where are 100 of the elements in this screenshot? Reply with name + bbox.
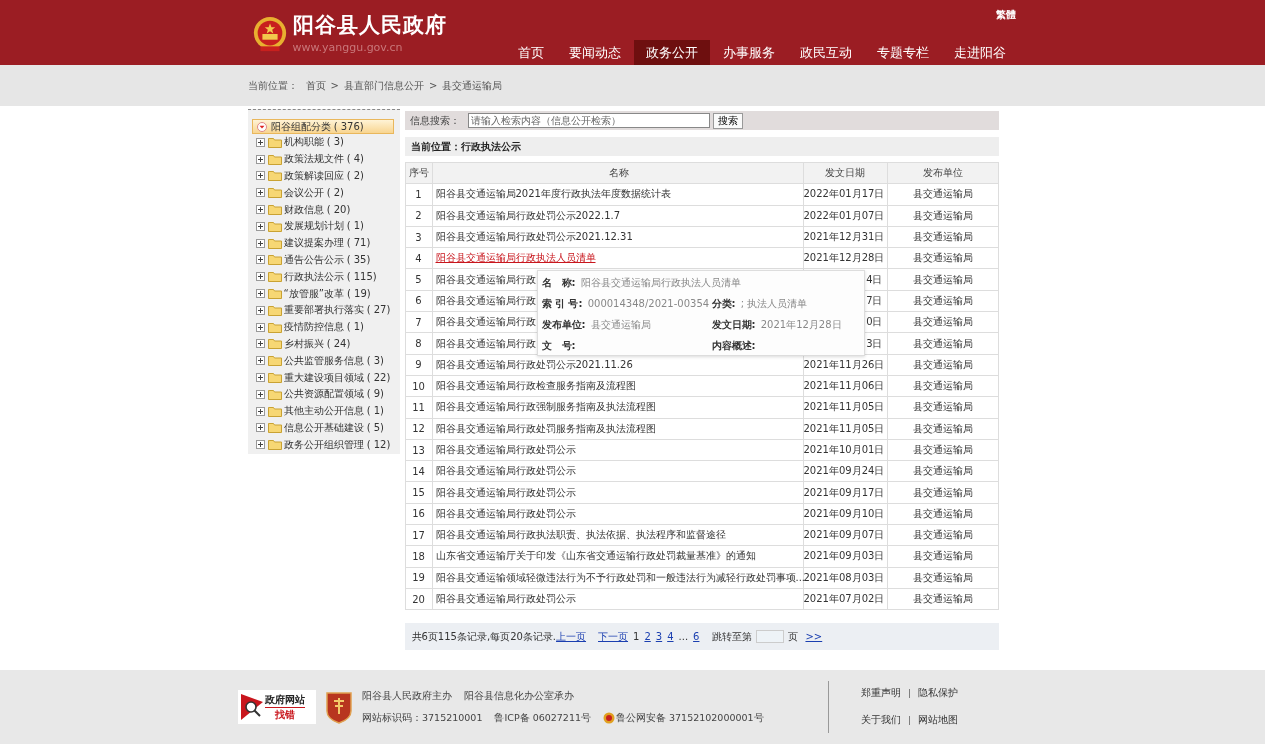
magnifier-icon [241,694,263,720]
breadcrumb-separator: > [428,80,438,91]
tree-item[interactable]: 其他主动公开信息 ( 1) [251,402,400,420]
footer-link[interactable]: 关于我们 [861,714,901,727]
folder-icon [267,422,282,434]
publisher-cell: 县交通运输局 [887,375,998,397]
page-link[interactable]: 3 [655,631,663,643]
breadcrumb-link[interactable]: 县直部门信息公开 [343,78,424,93]
breadcrumb-link[interactable]: 县交通运输局 [442,78,503,93]
document-link[interactable]: 阳谷县交通运输局行政 [435,273,536,285]
breadcrumb-label: 当前位置： [247,78,298,93]
previous-page-link[interactable]: 上一页 [556,629,587,644]
folder-icon [267,271,282,283]
footer-link[interactable]: 隐私保护 [918,687,959,700]
tooltip-label: 文 号: [541,340,576,351]
tooltip-label: 名 称: [541,277,576,288]
site-title: 阳谷县人民政府 [292,12,447,39]
tree-item[interactable]: 公共资源配置领域 ( 9) [251,385,400,403]
tree-item[interactable]: 政务公开组织管理 ( 12) [251,436,400,454]
tree-item[interactable]: 通告公告公示 ( 35) [251,251,400,269]
folder-icon [267,304,282,316]
go-link[interactable]: >> [805,631,823,643]
tree-item[interactable]: 疫情防控信息 ( 1) [251,318,400,336]
next-page-link[interactable]: 下一页 [598,629,629,644]
link-separator: | [908,687,912,700]
tooltip-label: 发文日期: [711,319,756,330]
document-link[interactable]: 阳谷县交通运输局行政 [435,294,536,306]
document-link[interactable]: 阳谷县交通运输局行政 [435,316,536,328]
search-button[interactable]: 搜索 [712,112,743,129]
tree-item[interactable]: 发展规划计划 ( 1) [251,218,400,235]
tree-item[interactable]: 建议提案办理 ( 71) [251,234,400,252]
row-number-cell: 1 [405,183,432,206]
badge-title: 政府网站 [265,692,305,708]
column-header: 发文日期 [803,162,887,184]
date-cell: 2021年07月02日 [803,588,887,610]
page-link[interactable]: 2 [644,631,651,643]
tree-item[interactable]: 政策法规文件 ( 4) [251,150,400,168]
tooltip-label: 发布单位: [541,319,586,330]
nav-tab[interactable]: 走进阳谷 [941,40,1018,65]
nav-tab[interactable]: 首页 [505,40,556,65]
folder-icon [267,153,282,165]
publisher-cell: 县交通运输局 [887,588,998,610]
nav-tab[interactable]: 办事服务 [710,40,787,65]
search-field[interactable]: 请输入检索内容（信息公开检索） [467,113,710,128]
tree-root-item[interactable]: 阳谷组配分类 ( 376) [251,119,394,134]
tree-item[interactable]: 公共监管服务信息 ( 3) [251,352,400,370]
row-number-cell: 14 [405,460,432,482]
tree-item[interactable]: 财政信息 ( 20) [251,201,400,218]
publisher-cell: 县交通运输局 [887,418,998,440]
page-link[interactable]: 4 [667,631,674,643]
tree-item[interactable]: 重大建设项目领域 ( 22) [251,369,400,386]
tree-item[interactable]: 机构职能 ( 3) [251,134,400,151]
row-number-cell: 3 [405,226,432,248]
pagination-summary: 共6页115条记录,每页20条记录. [411,629,557,644]
breadcrumb-link[interactable]: 首页 [305,78,326,93]
language-switch-link[interactable]: 繁體 [995,8,1016,22]
nav-tab[interactable]: 政务公开 [633,40,710,65]
row-number-cell: 15 [405,481,432,504]
tree-item[interactable]: 会议公开 ( 2) [251,184,400,202]
badge-subtitle: 找错 [275,707,295,722]
folder-icon [267,254,282,266]
tree-item[interactable]: 乡村振兴 ( 24) [251,335,400,353]
row-number-cell: 8 [405,332,432,355]
folder-icon [267,388,282,400]
tree-item[interactable]: “放管服”改革 ( 19) [251,285,400,302]
page-link[interactable]: 6 [693,631,700,643]
plus-box-icon [255,322,265,332]
row-number-cell: 6 [405,290,432,312]
tree-item[interactable]: 政策解读回应 ( 2) [251,167,400,185]
page-number-field[interactable] [756,630,785,644]
row-number-cell: 20 [405,588,432,610]
plus-box-icon [255,389,265,399]
footer-text: 网站标识码：3715210001 [362,711,483,725]
row-number-cell: 2 [405,205,432,227]
publisher-cell: 县交通运输局 [887,524,998,546]
nav-tab[interactable]: 政民互动 [787,40,864,65]
footer-link[interactable]: 网站地图 [918,714,959,727]
document-link[interactable]: 阳谷县交通运输局行政处罚公示 [435,444,576,455]
tooltip-value: 县交通运输局 [590,319,651,330]
date-cell: 2021年09月24日 [803,460,887,482]
plus-box-icon [255,154,265,164]
row-number-cell: 10 [405,375,432,397]
folder-icon [267,220,282,232]
plus-box-icon [255,221,265,231]
tree-item[interactable]: 信息公开基础建设 ( 5) [251,419,400,437]
tooltip-label: 索 引 号: [541,298,583,309]
nav-tab[interactable]: 要闻动态 [556,40,633,65]
error-report-badge[interactable]: 政府网站 找错 [238,690,316,724]
tree-item[interactable]: 重要部署执行落实 ( 27) [251,301,400,319]
plus-box-icon [255,171,265,181]
footer-link[interactable]: 郑重声明 [861,687,901,700]
document-link[interactable]: 阳谷县交通运输局行政 [435,337,536,349]
document-link[interactable]: 阳谷县交通运输局行政处罚公示 [435,486,576,498]
publisher-cell: 县交通运输局 [887,205,998,227]
tree-item[interactable]: 行政执法公示 ( 115) [251,268,400,286]
publisher-cell: 县交通运输局 [887,269,998,291]
page-ellipsis: ... [678,631,689,643]
publisher-cell: 县交通运输局 [887,460,998,482]
nav-tab[interactable]: 专题专栏 [864,40,941,65]
plus-box-icon [255,440,265,450]
